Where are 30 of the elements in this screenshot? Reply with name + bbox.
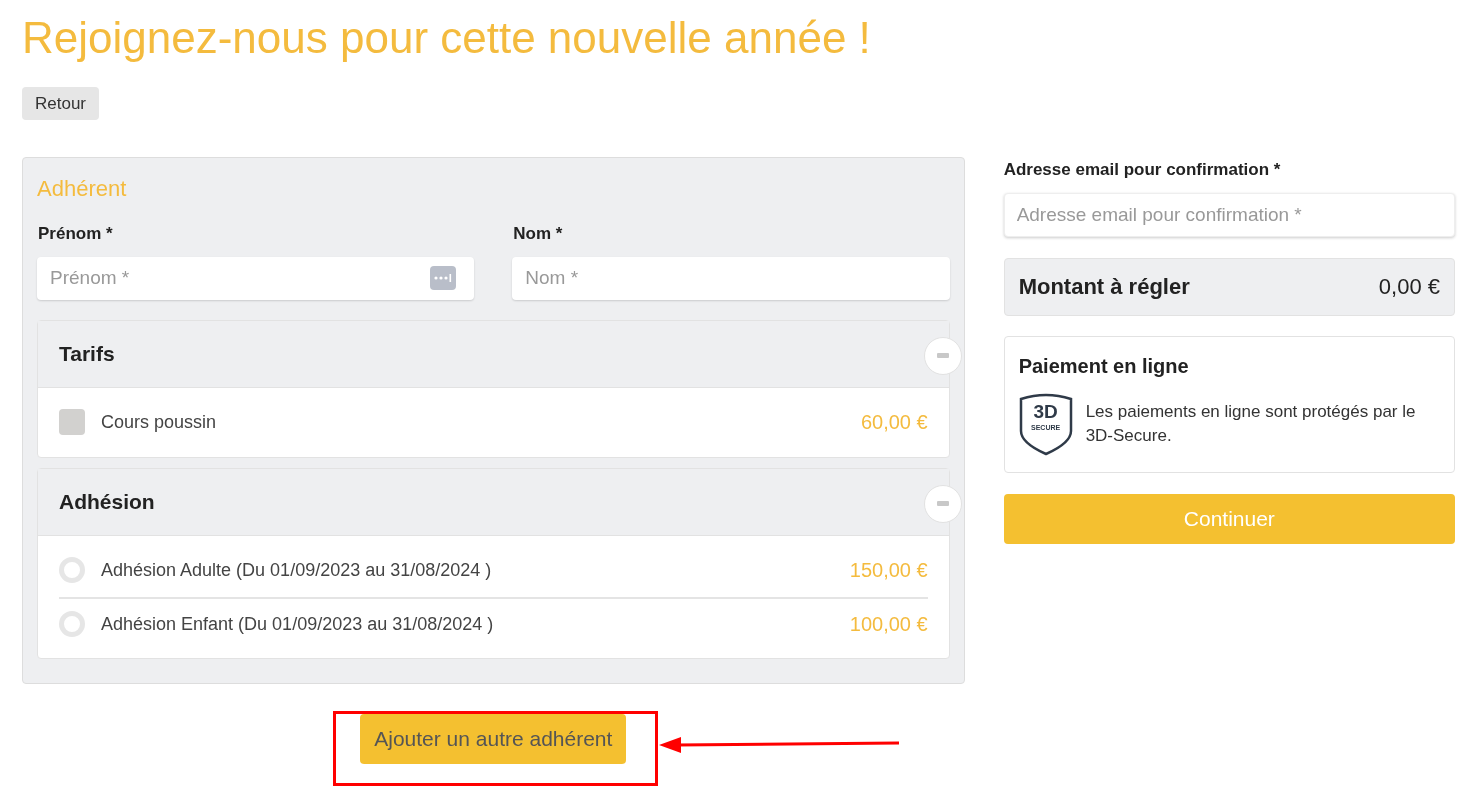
password-manager-icon[interactable] [430, 266, 457, 290]
section-title: Adhésion [59, 488, 155, 515]
field-label: Prénom * [37, 223, 114, 245]
checkbox[interactable] [59, 409, 85, 435]
field-label: Adresse email pour confirmation * [1003, 159, 1282, 181]
back-button[interactable]: Retour [22, 87, 100, 120]
panel-title: Adhérent [37, 175, 128, 203]
shield-icon [1018, 392, 1073, 456]
total-amount: 0,00 € [1378, 273, 1440, 301]
page-title: Rejoignez-nous pour cette nouvelle année ! [22, 12, 872, 64]
input-field[interactable]: Prénom * [37, 256, 475, 300]
badge-text: 3D [1032, 401, 1059, 422]
payment-title: Paiement en ligne [1018, 353, 1190, 379]
option-price: 100,00 € [849, 612, 928, 637]
option-price: 60,00 € [860, 410, 928, 435]
option-label: Cours poussin [101, 410, 218, 434]
payment-info-text: Les paiements en ligne sont protégés par le 3D-Secure. [1085, 401, 1417, 447]
email-field[interactable]: Adresse email pour confirmation * [1003, 192, 1455, 237]
add-member-button[interactable]: Ajouter un autre adhérent [360, 713, 627, 764]
minus-icon [936, 353, 949, 358]
section-title: Tarifs [59, 340, 115, 367]
input-field[interactable]: Nom * [512, 256, 950, 300]
radio-button[interactable] [59, 611, 85, 637]
radio-button[interactable] [59, 557, 85, 583]
total-label: Montant à régler [1018, 273, 1190, 301]
option-label: Adhésion Adulte (Du 01/09/2023 au 31/08/2024 ) [101, 558, 493, 582]
field-label: Nom * [512, 223, 564, 245]
option-label: Adhésion Enfant (Du 01/09/2023 au 31/08/2024 ) [101, 612, 495, 636]
minus-icon [936, 501, 949, 506]
option-price: 150,00 € [849, 558, 928, 583]
